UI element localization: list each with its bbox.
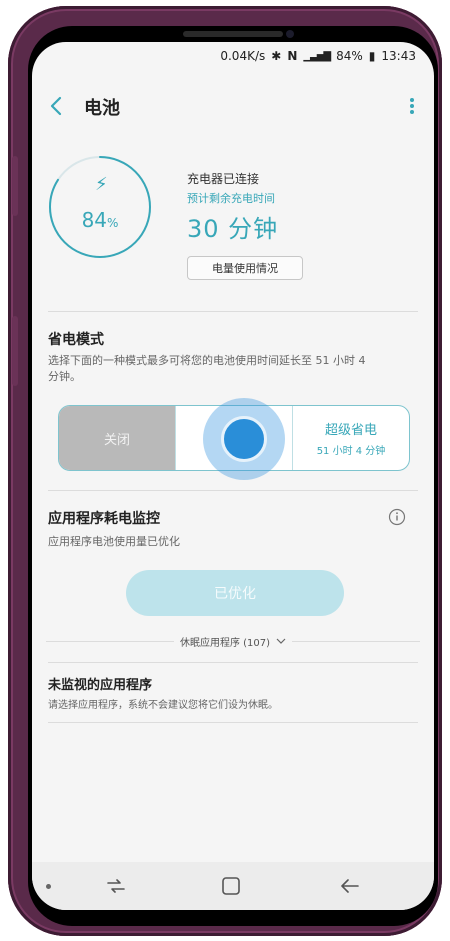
- info-icon[interactable]: [388, 508, 406, 526]
- estimate-label: 预计剩余充电时间: [187, 192, 275, 205]
- divider: [292, 640, 421, 642]
- power-saving-description: 选择下面的一种模式最多可将您的电池使用时间延长至 51 小时 4 分钟。: [48, 354, 366, 383]
- recent-apps-icon[interactable]: [104, 876, 128, 896]
- mode-off-button[interactable]: 关闭: [59, 406, 175, 470]
- home-icon[interactable]: [220, 875, 242, 897]
- divider: [48, 722, 418, 723]
- nav-dot-icon[interactable]: [46, 884, 51, 889]
- unmonitored-apps-description: 请选择应用程序，系统不会建议您将它们设为休眠。: [48, 700, 278, 711]
- power-saving-title: 省电模式: [48, 332, 104, 348]
- mode-max-sub: 51 小时 4 分钟: [316, 446, 386, 457]
- battery-icon: ▮: [368, 49, 376, 63]
- app-power-monitor-title: 应用程序耗电监控: [48, 511, 160, 527]
- phone-frame: 0.04K/s ✱ N ▁▃▅▇ 84% ▮ 13:43 电池 ⚡ 84% 充电…: [8, 6, 442, 936]
- battery-usage-button[interactable]: 电量使用情况: [187, 256, 303, 280]
- mode-off-label: 关闭: [103, 432, 130, 448]
- screen: 0.04K/s ✱ N ▁▃▅▇ 84% ▮ 13:43 电池 ⚡ 84% 充电…: [28, 26, 438, 926]
- clock: 13:43: [381, 49, 416, 63]
- mode-max-label: 超级省电: [324, 423, 377, 438]
- app-power-monitor-description: 应用程序电池使用量已优化: [48, 535, 180, 548]
- more-options-icon[interactable]: [402, 92, 422, 120]
- battery-percent-value: 84: [81, 208, 108, 232]
- bixby-button: [12, 316, 18, 386]
- divider: [48, 662, 418, 663]
- bluetooth-icon: ✱: [271, 49, 282, 63]
- battery-percent-unit: %: [107, 216, 119, 230]
- divider: [48, 490, 418, 491]
- signal-icon: ▁▃▅▇: [303, 50, 331, 62]
- volume-button: [12, 156, 18, 216]
- charger-status: 充电器已连接: [187, 172, 260, 186]
- app-bar: 电池: [32, 82, 434, 130]
- back-arrow-icon[interactable]: [44, 92, 70, 120]
- speaker: [183, 31, 283, 37]
- sleeping-apps-label: 休眠应用程序 (107): [179, 637, 271, 649]
- navigation-bar: [32, 862, 434, 910]
- network-speed: 0.04K/s: [220, 49, 266, 63]
- time-remaining: 30 分钟: [187, 215, 279, 243]
- chevron-down-icon: [276, 638, 286, 644]
- back-icon[interactable]: [338, 876, 362, 896]
- touch-indicator-center: [221, 416, 267, 462]
- optimized-button[interactable]: 已优化: [126, 570, 344, 616]
- page-title: 电池: [84, 98, 120, 119]
- nfc-icon: N: [287, 49, 298, 63]
- front-camera: [286, 30, 294, 38]
- mode-max-saving-button[interactable]: 超级省电 51 小时 4 分钟: [293, 406, 409, 470]
- divider: [45, 640, 174, 642]
- sleeping-apps-row[interactable]: 休眠应用程序 (107): [32, 631, 434, 651]
- battery-percent-display: 84%: [47, 208, 153, 232]
- status-bar: 0.04K/s ✱ N ▁▃▅▇ 84% ▮ 13:43: [32, 42, 434, 70]
- charging-bolt-icon: ⚡: [95, 174, 108, 195]
- display: 0.04K/s ✱ N ▁▃▅▇ 84% ▮ 13:43 电池 ⚡ 84% 充电…: [32, 42, 434, 910]
- battery-gauge: ⚡ 84%: [47, 154, 153, 260]
- unmonitored-apps-title[interactable]: 未监视的应用程序: [48, 674, 152, 693]
- battery-ring-icon: [49, 156, 151, 258]
- battery-percent: 84%: [336, 49, 363, 63]
- divider: [48, 311, 418, 312]
